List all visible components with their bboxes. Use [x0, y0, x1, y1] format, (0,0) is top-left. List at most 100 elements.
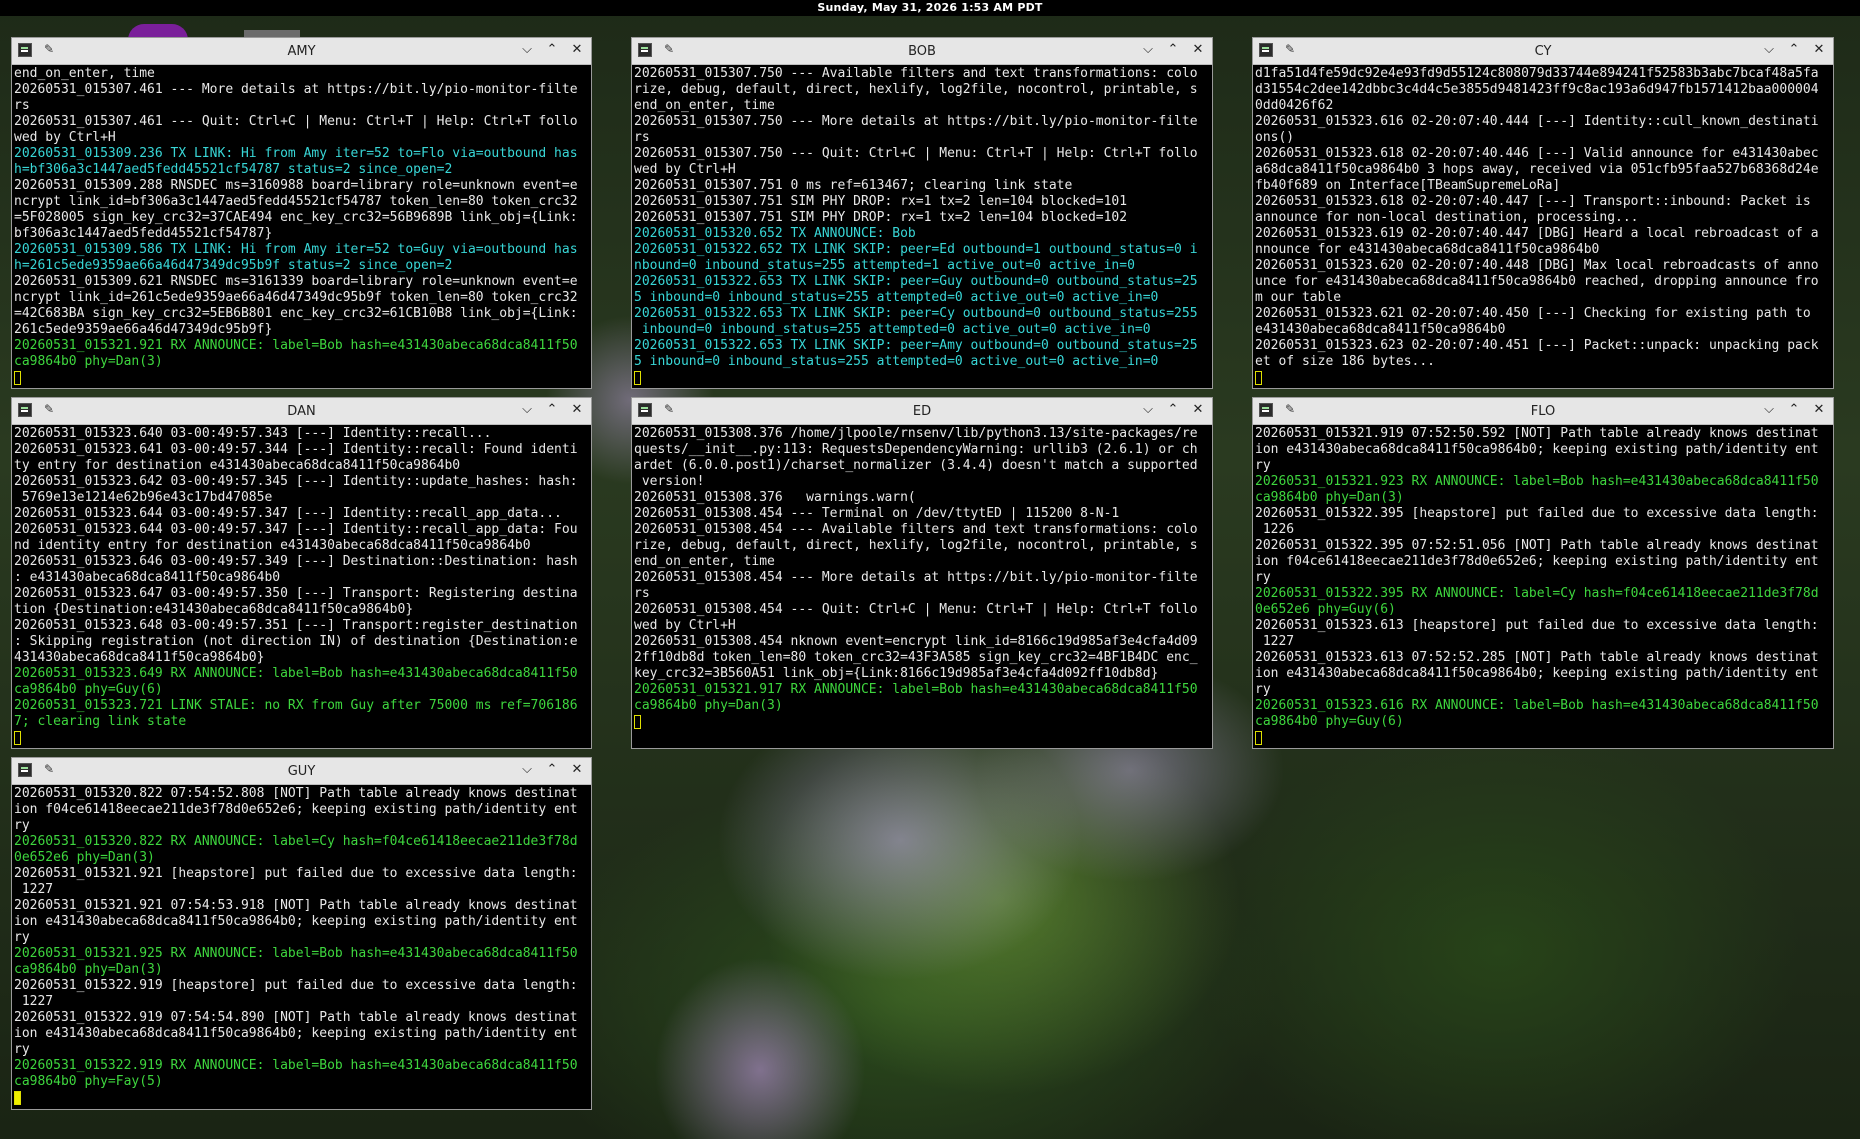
terminal-line: 20260531_015322.919 07:54:54.890 [NOT] P… — [14, 1010, 578, 1025]
maximize-icon[interactable]: ⌃ — [1165, 42, 1181, 58]
terminal-window-amy[interactable]: ✎ AMY ⌵ ⌃ ✕ end_on_enter, time 20260531_0… — [11, 37, 592, 389]
terminal-line: 20260531_015323.642 03-00:49:57.345 [---… — [14, 474, 578, 489]
terminal-line: 2ff10db8d token_len=80 token_crc32=43F3A… — [634, 650, 1198, 665]
titlebar[interactable]: ✎ ED ⌵ ⌃ ✕ — [632, 398, 1212, 425]
maximize-icon[interactable]: ⌃ — [1786, 402, 1802, 418]
terminal-window-ed[interactable]: ✎ ED ⌵ ⌃ ✕ 20260531_015308.376 /home/jlp… — [631, 397, 1213, 749]
maximize-icon[interactable]: ⌃ — [544, 402, 560, 418]
terminal-icon[interactable] — [638, 43, 652, 57]
terminal-line: ncrypt link_id=261c5ede9359ae66a46d47349… — [14, 290, 578, 305]
terminal-line: ion e431430abeca68dca8411f50ca9864b0; ke… — [1255, 666, 1819, 681]
titlebar[interactable]: ✎ FLO ⌵ ⌃ ✕ — [1253, 398, 1833, 425]
terminal-line: 20260531_015323.616 RX ANNOUNCE: label=B… — [1255, 698, 1819, 713]
close-icon[interactable]: ✕ — [1811, 42, 1827, 58]
pin-icon[interactable]: ✎ — [44, 762, 54, 776]
terminal-line: 5 inbound=0 inbound_status=255 attempted… — [634, 354, 1159, 369]
top-panel: Sunday, May 31, 2026 1:53 AM PDT — [0, 0, 1860, 16]
terminal-line: 20260531_015308.454 --- Quit: Ctrl+C | M… — [634, 602, 1198, 617]
terminal-line: 1227 — [1255, 634, 1295, 649]
terminal-output[interactable]: 20260531_015323.640 03-00:49:57.343 [---… — [12, 425, 591, 748]
terminal-line: 20260531_015323.623 02-20:07:40.451 [---… — [1255, 338, 1819, 353]
terminal-line: ry — [14, 1042, 30, 1057]
terminal-line: ons() — [1255, 130, 1295, 145]
terminal-line: ca9864b0 phy=Dan(3) — [1255, 490, 1404, 505]
minimize-icon[interactable]: ⌵ — [519, 42, 535, 58]
close-icon[interactable]: ✕ — [569, 402, 585, 418]
terminal-line: 20260531_015309.586 TX LINK: Hi from Amy… — [14, 242, 578, 257]
close-icon[interactable]: ✕ — [1190, 42, 1206, 58]
terminal-icon[interactable] — [1259, 43, 1273, 57]
terminal-line: 20260531_015322.919 [heapstore] put fail… — [14, 978, 578, 993]
titlebar[interactable]: ✎ AMY ⌵ ⌃ ✕ — [12, 38, 591, 65]
terminal-line: e431430abeca68dca8411f50ca9864b0 — [1255, 322, 1506, 337]
minimize-icon[interactable]: ⌵ — [1761, 402, 1777, 418]
terminal-window-dan[interactable]: ✎ DAN ⌵ ⌃ ✕ 20260531_015323.640 03-00:49… — [11, 397, 592, 749]
terminal-line: 20260531_015321.921 07:54:53.918 [NOT] P… — [14, 898, 578, 913]
terminal-icon[interactable] — [638, 403, 652, 417]
pin-icon[interactable]: ✎ — [1285, 402, 1295, 416]
close-icon[interactable]: ✕ — [1811, 402, 1827, 418]
close-icon[interactable]: ✕ — [569, 762, 585, 778]
terminal-line: 20260531_015323.649 RX ANNOUNCE: label=B… — [14, 666, 578, 681]
maximize-icon[interactable]: ⌃ — [544, 42, 560, 58]
titlebar[interactable]: ✎ BOB ⌵ ⌃ ✕ — [632, 38, 1212, 65]
minimize-icon[interactable]: ⌵ — [1140, 402, 1156, 418]
minimize-icon[interactable]: ⌵ — [1140, 42, 1156, 58]
terminal-line: : e431430abeca68dca8411f50ca9864b0 — [14, 570, 281, 585]
terminal-output[interactable]: 20260531_015320.822 07:54:52.808 [NOT] P… — [12, 785, 591, 1109]
minimize-icon[interactable]: ⌵ — [519, 402, 535, 418]
terminal-window-guy[interactable]: ✎ GUY ⌵ ⌃ ✕ 20260531_015320.822 07:54:52… — [11, 757, 592, 1110]
titlebar[interactable]: ✎ CY ⌵ ⌃ ✕ — [1253, 38, 1833, 65]
terminal-cursor — [14, 370, 21, 385]
titlebar[interactable]: ✎ GUY ⌵ ⌃ ✕ — [12, 758, 591, 785]
terminal-output[interactable]: 20260531_015307.750 --- Available filter… — [632, 65, 1212, 388]
terminal-line: version! — [634, 474, 705, 489]
terminal-line: 20260531_015308.454 --- Terminal on /dev… — [634, 506, 1120, 521]
pin-icon[interactable]: ✎ — [1285, 42, 1295, 56]
terminal-line: 20260531_015308.376 warnings.warn( — [634, 490, 916, 505]
terminal-icon[interactable] — [1259, 403, 1273, 417]
terminal-line: 20260531_015307.461 --- More details at … — [14, 82, 578, 97]
terminal-window-cy[interactable]: ✎ CY ⌵ ⌃ ✕ d1fa51d4fe59dc92e4e93fd9d5512… — [1252, 37, 1834, 389]
terminal-icon[interactable] — [18, 403, 32, 417]
maximize-icon[interactable]: ⌃ — [544, 762, 560, 778]
terminal-line: 20260531_015309.236 TX LINK: Hi from Amy… — [14, 146, 578, 161]
minimize-icon[interactable]: ⌵ — [1761, 42, 1777, 58]
terminal-output[interactable]: d1fa51d4fe59dc92e4e93fd9d55124c808079d33… — [1253, 65, 1833, 388]
pin-icon[interactable]: ✎ — [44, 402, 54, 416]
terminal-line: 20260531_015308.454 nknown event=encrypt… — [634, 634, 1198, 649]
terminal-output[interactable]: end_on_enter, time 20260531_015307.461 --… — [12, 65, 591, 388]
terminal-line: rs — [634, 586, 650, 601]
terminal-line: 1227 — [14, 882, 54, 897]
terminal-line: unce for e431430abeca68dca8411f50ca9864b… — [1255, 274, 1819, 289]
terminal-line: rs — [14, 98, 30, 113]
terminal-icon[interactable] — [18, 763, 32, 777]
terminal-line: 20260531_015323.619 02-20:07:40.447 [DBG… — [1255, 226, 1819, 241]
terminal-line: 20260531_015323.640 03-00:49:57.343 [---… — [14, 426, 492, 441]
maximize-icon[interactable]: ⌃ — [1165, 402, 1181, 418]
terminal-line: wed by Ctrl+H — [14, 130, 116, 145]
pin-icon[interactable]: ✎ — [664, 42, 674, 56]
pin-icon[interactable]: ✎ — [44, 42, 54, 56]
terminal-line: ion f04ce61418eecae211de3f78d0e652e6; ke… — [1255, 554, 1819, 569]
terminal-window-bob[interactable]: ✎ BOB ⌵ ⌃ ✕ 20260531_015307.750 --- Avai… — [631, 37, 1213, 389]
terminal-line: ty entry for destination e431430abeca68d… — [14, 458, 461, 473]
terminal-line: 431430abeca68dca8411f50ca9864b0} — [14, 650, 265, 665]
minimize-icon[interactable]: ⌵ — [519, 762, 535, 778]
close-icon[interactable]: ✕ — [569, 42, 585, 58]
terminal-line: 20260531_015309.621 RNSDEC ms=3161339 bo… — [14, 274, 578, 289]
terminal-icon[interactable] — [18, 43, 32, 57]
terminal-output[interactable]: 20260531_015321.919 07:52:50.592 [NOT] P… — [1253, 425, 1833, 748]
terminal-line: h=bf306a3c1447aed5fedd45521cf54787 statu… — [14, 162, 453, 177]
pin-icon[interactable]: ✎ — [664, 402, 674, 416]
terminal-output[interactable]: 20260531_015308.376 /home/jlpoole/rnsenv… — [632, 425, 1212, 748]
maximize-icon[interactable]: ⌃ — [1786, 42, 1802, 58]
close-icon[interactable]: ✕ — [1190, 402, 1206, 418]
titlebar[interactable]: ✎ DAN ⌵ ⌃ ✕ — [12, 398, 591, 425]
terminal-line: 20260531_015322.653 TX LINK SKIP: peer=G… — [634, 274, 1198, 289]
terminal-line: 20260531_015323.721 LINK STALE: no RX fr… — [14, 698, 578, 713]
clock-datetime[interactable]: Sunday, May 31, 2026 1:53 AM PDT — [817, 1, 1042, 14]
terminal-line: 20260531_015323.616 02-20:07:40.444 [---… — [1255, 114, 1819, 129]
terminal-line: =42C683BA sign_key_crc32=5EB6B801 enc_ke… — [14, 306, 578, 321]
terminal-window-flo[interactable]: ✎ FLO ⌵ ⌃ ✕ 20260531_015321.919 07:52:50… — [1252, 397, 1834, 749]
